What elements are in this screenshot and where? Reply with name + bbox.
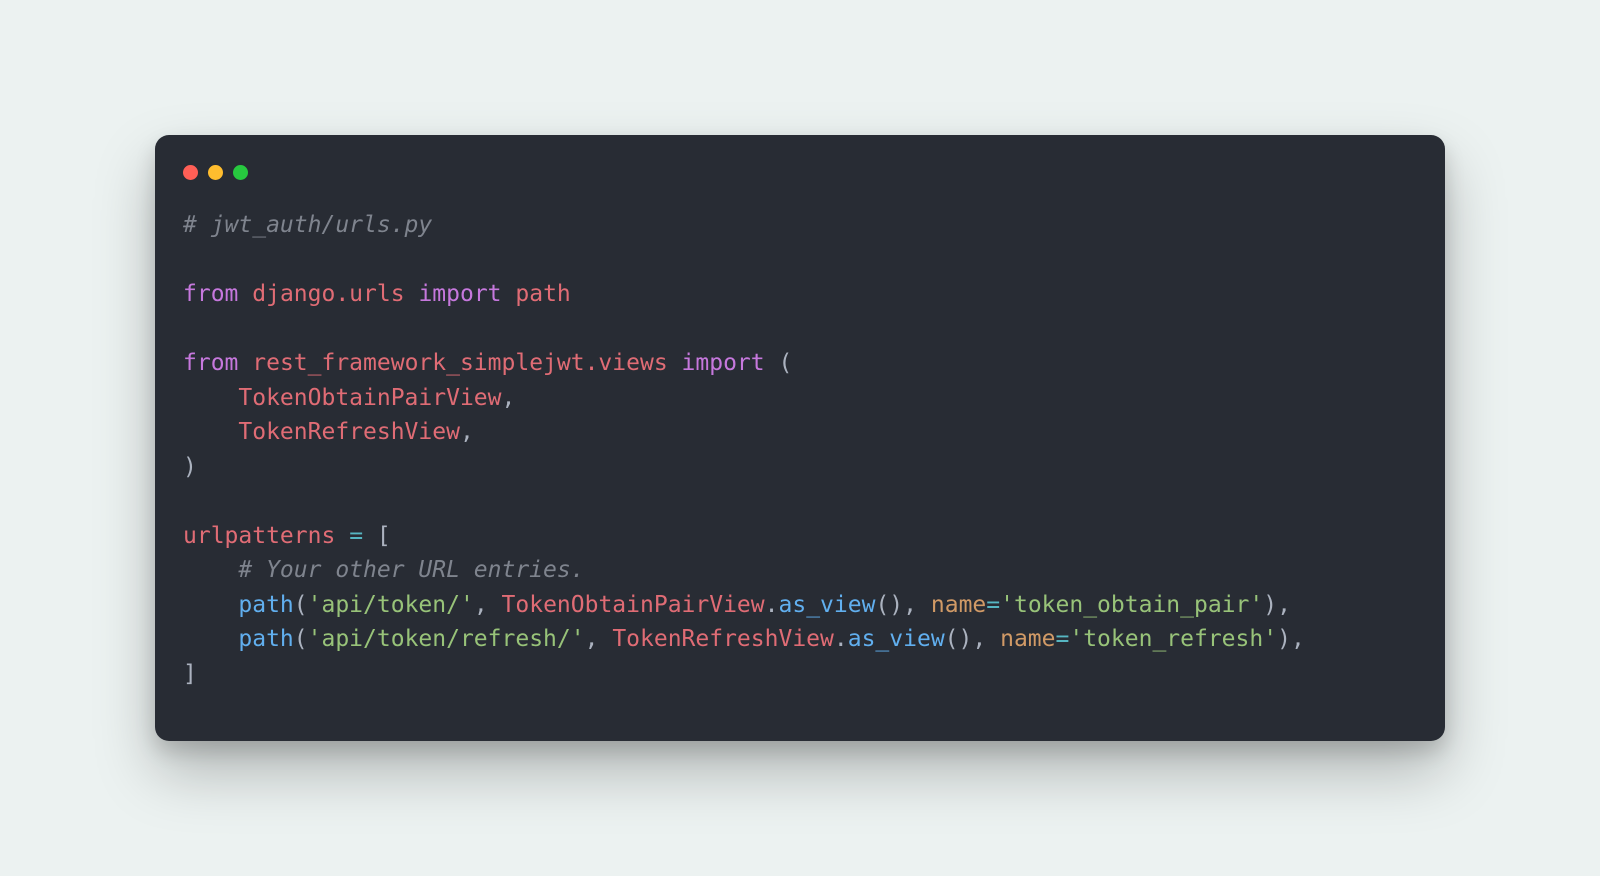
- op-assign: =: [986, 592, 1000, 618]
- paren-close: ): [1263, 592, 1277, 618]
- comma: ,: [903, 592, 917, 618]
- paren-open: (: [294, 626, 308, 652]
- string-name-refresh: 'token_refresh': [1069, 626, 1277, 652]
- dot: .: [765, 592, 779, 618]
- method-as-view: as_view: [779, 592, 876, 618]
- code-comment: # Your other URL entries.: [238, 557, 584, 583]
- param-name: name: [1000, 626, 1055, 652]
- maximize-icon[interactable]: [233, 165, 248, 180]
- code-window: # jwt_auth/urls.py from django.urls impo…: [155, 135, 1445, 741]
- class-tokenrefreshview: TokenRefreshView: [238, 419, 460, 445]
- class-tokenobtainpairview: TokenObtainPairView: [238, 385, 501, 411]
- string-api-token: 'api/token/': [308, 592, 474, 618]
- keyword-from: from: [183, 281, 238, 307]
- paren-close: ): [1277, 626, 1291, 652]
- close-icon[interactable]: [183, 165, 198, 180]
- comma: ,: [1277, 592, 1291, 618]
- minimize-icon[interactable]: [208, 165, 223, 180]
- bracket-open: [: [377, 523, 391, 549]
- comma: ,: [585, 626, 599, 652]
- code-comment: # jwt_auth/urls.py: [183, 212, 432, 238]
- keyword-import: import: [682, 350, 765, 376]
- string-name-obtain: 'token_obtain_pair': [1000, 592, 1263, 618]
- comma: ,: [972, 626, 986, 652]
- op-assign: =: [349, 523, 363, 549]
- comma: ,: [1291, 626, 1305, 652]
- module-simplejwt: rest_framework_simplejwt.views: [252, 350, 667, 376]
- paren-open: (: [875, 592, 889, 618]
- op-assign: =: [1056, 626, 1070, 652]
- param-name: name: [931, 592, 986, 618]
- keyword-from: from: [183, 350, 238, 376]
- paren-open: (: [294, 592, 308, 618]
- comma: ,: [460, 419, 474, 445]
- module-django-urls: django.urls: [252, 281, 404, 307]
- bracket-close: ]: [183, 661, 197, 687]
- class-tokenrefreshview: TokenRefreshView: [612, 626, 834, 652]
- paren-close: ): [889, 592, 903, 618]
- paren-close: ): [183, 454, 197, 480]
- import-path: path: [515, 281, 570, 307]
- var-urlpatterns: urlpatterns: [183, 523, 335, 549]
- comma: ,: [502, 385, 516, 411]
- dot: .: [834, 626, 848, 652]
- comma: ,: [474, 592, 488, 618]
- fn-path: path: [238, 592, 293, 618]
- paren-open: (: [945, 626, 959, 652]
- method-as-view: as_view: [848, 626, 945, 652]
- paren-close: ): [959, 626, 973, 652]
- window-titlebar: [155, 165, 1445, 208]
- class-tokenobtainpairview: TokenObtainPairView: [502, 592, 765, 618]
- paren-open: (: [778, 350, 792, 376]
- code-block: # jwt_auth/urls.py from django.urls impo…: [155, 208, 1445, 691]
- keyword-import: import: [418, 281, 501, 307]
- fn-path: path: [238, 626, 293, 652]
- string-api-token-refresh: 'api/token/refresh/': [308, 626, 585, 652]
